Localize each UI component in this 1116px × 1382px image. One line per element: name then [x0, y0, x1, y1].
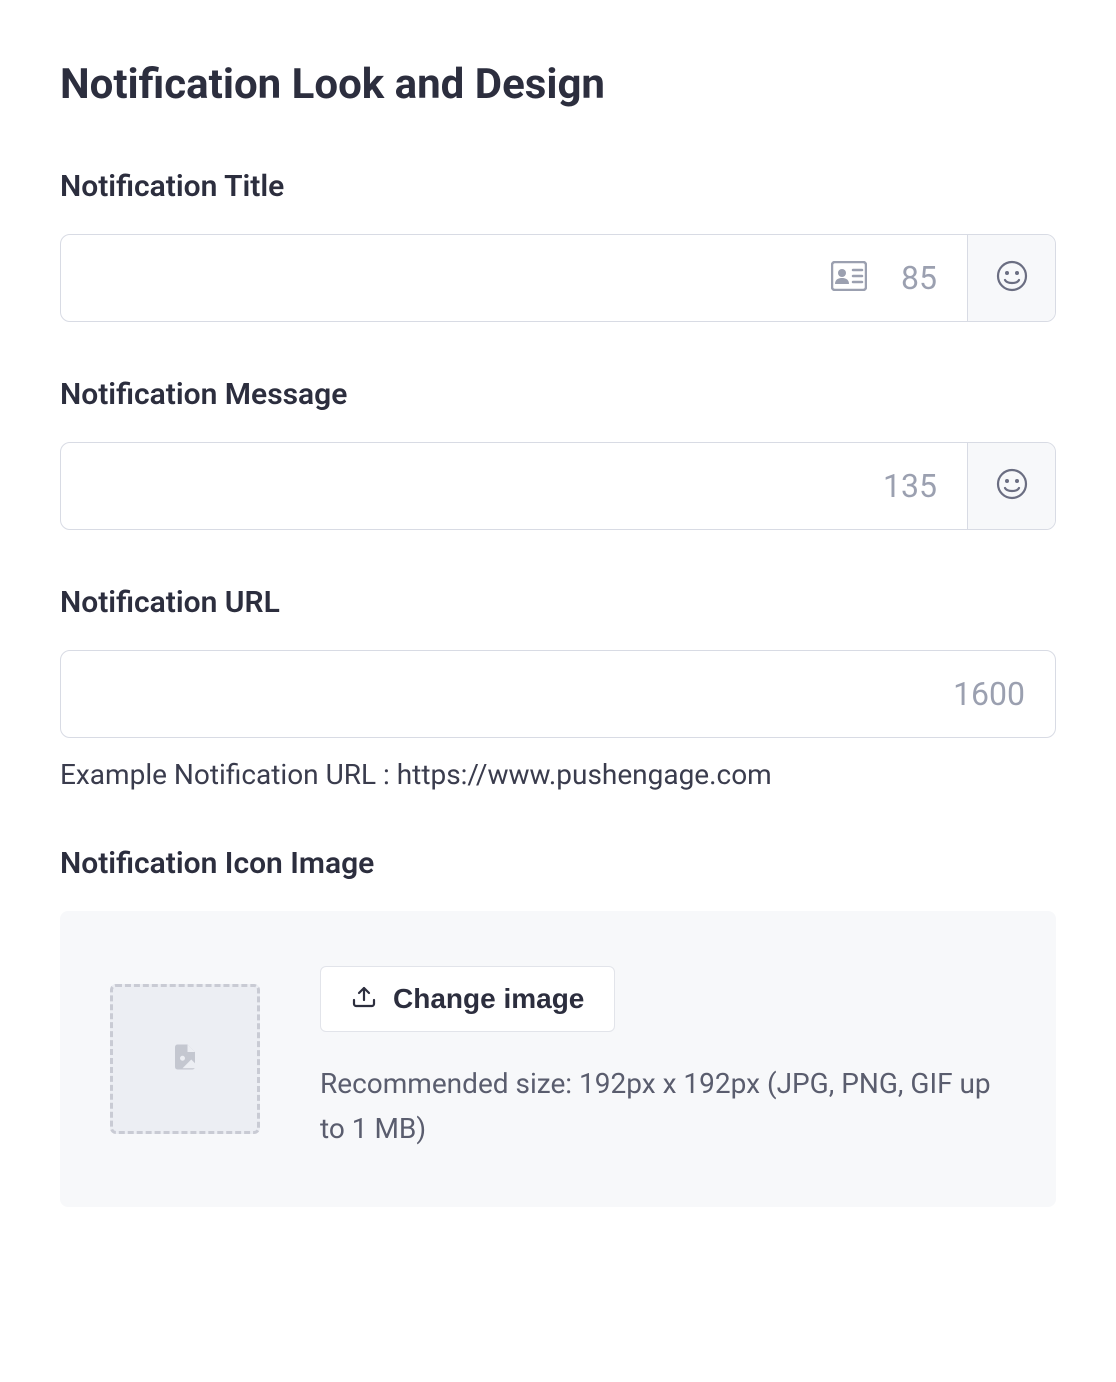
message-field-group: Notification Message 135	[60, 377, 1056, 530]
change-image-label: Change image	[393, 983, 584, 1015]
message-input-main: 135	[61, 443, 967, 529]
message-emoji-button[interactable]	[967, 443, 1055, 529]
smile-icon	[996, 260, 1028, 296]
icon-image-label: Notification Icon Image	[60, 846, 1056, 881]
url-helper-text: Example Notification URL : https://www.p…	[60, 758, 1056, 791]
message-label: Notification Message	[60, 377, 1056, 412]
image-recommendation-text: Recommended size: 192px x 192px (JPG, PN…	[320, 1062, 1006, 1152]
change-image-button[interactable]: Change image	[320, 966, 615, 1032]
icon-image-field-group: Notification Icon Image C	[60, 846, 1056, 1207]
image-controls: Change image Recommended size: 192px x 1…	[320, 966, 1006, 1152]
title-field-group: Notification Title 85	[60, 169, 1056, 322]
title-input-row: 85	[60, 234, 1056, 322]
title-emoji-button[interactable]	[967, 235, 1055, 321]
url-field-group: Notification URL 1600 Example Notificati…	[60, 585, 1056, 791]
title-counter: 85	[887, 259, 937, 297]
image-placeholder[interactable]	[110, 984, 260, 1134]
icon-image-panel: Change image Recommended size: 192px x 1…	[60, 911, 1056, 1207]
url-counter: 1600	[953, 675, 1025, 713]
url-input[interactable]	[91, 651, 933, 737]
message-input-row: 135	[60, 442, 1056, 530]
message-counter: 135	[883, 467, 937, 505]
id-card-icon[interactable]	[831, 261, 867, 295]
page-title: Notification Look and Design	[60, 60, 1056, 109]
title-input[interactable]	[91, 235, 811, 321]
title-input-main: 85	[61, 235, 967, 321]
title-label: Notification Title	[60, 169, 1056, 204]
message-input[interactable]	[91, 443, 863, 529]
file-image-icon	[170, 1042, 200, 1076]
smile-icon	[996, 468, 1028, 504]
url-input-main: 1600	[61, 651, 1055, 737]
url-input-row: 1600	[60, 650, 1056, 738]
url-label: Notification URL	[60, 585, 1056, 620]
upload-icon	[351, 983, 377, 1015]
